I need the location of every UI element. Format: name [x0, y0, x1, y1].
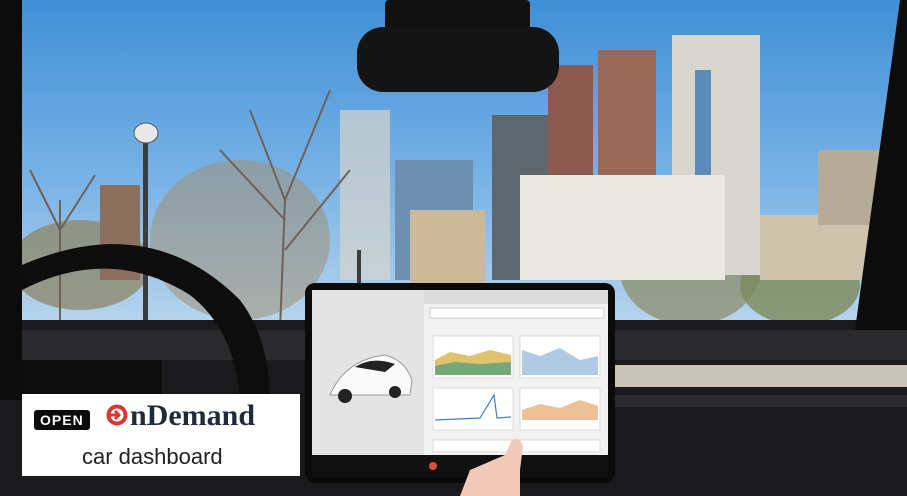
a-pillar-left [0, 0, 22, 400]
brand-name: nDemand [130, 399, 256, 432]
ondemand-arrow-icon [106, 404, 128, 426]
dashboard-panel [432, 387, 514, 431]
building [410, 210, 485, 285]
rearview-mirror [357, 0, 559, 92]
center-touchscreen [305, 283, 615, 483]
open-ondemand-logo-card: OPEN nDemand car dashboard [22, 394, 300, 476]
subtitle: car dashboard [82, 444, 223, 469]
building [340, 110, 390, 280]
building [520, 175, 725, 280]
video-frame: OPEN nDemand car dashboard [0, 0, 907, 496]
open-badge: OPEN [34, 410, 90, 430]
brand-wordmark: nDemand [106, 399, 255, 433]
